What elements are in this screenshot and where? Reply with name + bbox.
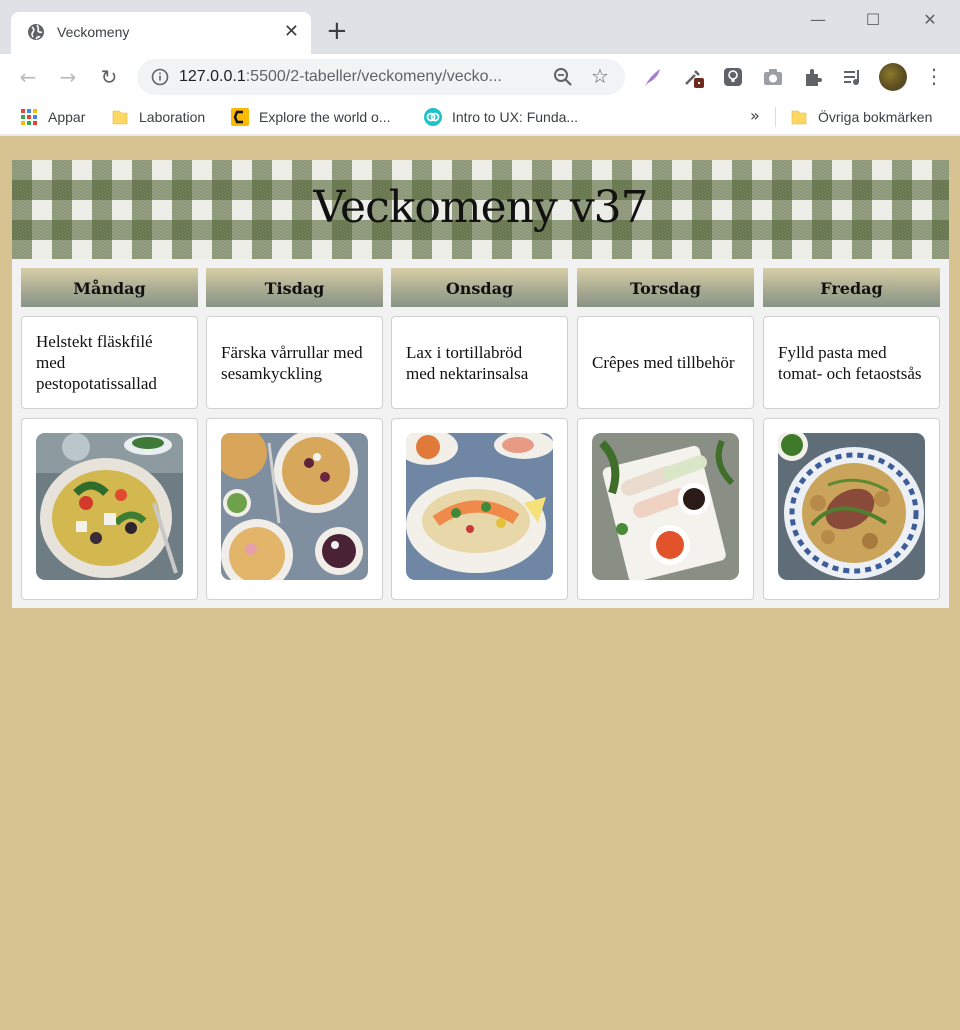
dish-image-cell [391, 418, 568, 600]
bookmark-apps[interactable]: Appar [20, 106, 85, 128]
browser-titlebar: Veckomeny ✕ + — ☐ ✕ [0, 0, 960, 54]
bookmark-label: Laboration [139, 109, 206, 125]
pancake-plates-photo [221, 433, 368, 580]
url-text[interactable]: 127.0.0.1:5500/2-tabeller/veckomeny/veck… [179, 68, 537, 86]
folder-icon [112, 110, 128, 125]
bookmark-other[interactable]: Övriga bokmärken [790, 106, 932, 128]
puzzle-extensions-icon[interactable] [802, 66, 824, 88]
filled-pasta-photo [778, 433, 925, 580]
salmon-tortilla-photo [406, 433, 553, 580]
dish-image-cell [763, 418, 940, 600]
lightbulb-extension-icon[interactable] [722, 66, 744, 88]
day-header: Onsdag [391, 268, 568, 307]
dish-image-cell [206, 418, 383, 600]
day-header: Torsdag [577, 268, 754, 307]
dish-cell: Helstekt fläskfilé med pestopotatissalla… [21, 316, 198, 409]
apps-grid-icon [21, 109, 37, 125]
dish-cell: Färska vårrullar med sesamkyckling [206, 316, 383, 409]
dish-image-cell [577, 418, 754, 600]
dish-cell: Lax i tortillabröd med nektarinsalsa [391, 316, 568, 409]
dish-cell: Crêpes med tillbehör [577, 316, 754, 409]
dish-name: Färska vårrullar med sesamkyckling [221, 342, 363, 383]
info-icon[interactable] [151, 68, 169, 86]
gingham-banner: Veckomeny v37 [12, 160, 949, 259]
close-tab-icon[interactable]: ✕ [284, 22, 299, 42]
bookmark-star-icon[interactable]: ☆ [591, 64, 609, 88]
reload-icon[interactable]: ↻ [96, 64, 122, 90]
new-tab-button[interactable]: + [326, 17, 348, 45]
pasta-salad-photo [36, 433, 183, 580]
dish-name: Crêpes med tillbehör [592, 353, 735, 372]
bookmark-label: Appar [48, 109, 86, 125]
page-title: Veckomeny v37 [313, 182, 648, 233]
forward-icon[interactable]: → [55, 64, 81, 90]
dish-name: Helstekt fläskfilé med pestopotatissalla… [36, 332, 157, 393]
eyedropper-extension-icon[interactable] [682, 66, 704, 88]
maximize-icon[interactable]: ☐ [858, 8, 888, 32]
minimize-icon[interactable]: — [803, 8, 833, 32]
bookmark-laboration[interactable]: Laboration [111, 106, 205, 128]
browser-toolbar: ← → ↻ 127.0.0.1:5500/2-tabeller/veckomen… [0, 54, 960, 100]
dish-image-cell [21, 418, 198, 600]
profile-avatar[interactable] [879, 63, 907, 91]
day-header: Fredag [763, 268, 940, 307]
codecademy-site-icon [231, 108, 249, 126]
zoom-icon[interactable] [553, 67, 573, 87]
interaction-design-site-icon [424, 108, 442, 126]
url-path: :5500/2-tabeller/veckomeny/vecko... [245, 68, 502, 85]
weekly-menu-table: Veckomeny v37 Måndag Helstekt fläskfilé … [12, 160, 949, 608]
bookmark-label: Övriga bokmärken [818, 109, 933, 125]
day-header: Tisdag [206, 268, 383, 307]
tab-title: Veckomeny [57, 24, 130, 40]
address-bar[interactable]: 127.0.0.1:5500/2-tabeller/veckomeny/veck… [137, 59, 625, 95]
url-host: 127.0.0.1 [179, 68, 246, 85]
browser-tab[interactable]: Veckomeny ✕ [11, 12, 311, 54]
window-close-icon[interactable]: ✕ [915, 8, 945, 32]
dish-cell: Fylld pasta med tomat- och fetaostsås [763, 316, 940, 409]
feather-extension-icon[interactable] [642, 66, 664, 88]
browser-menu-icon[interactable]: ⋮ [924, 64, 944, 88]
back-icon[interactable]: ← [15, 64, 41, 90]
bookmarks-bar: Appar Laboration Explore the world o... … [0, 100, 960, 134]
bookmark-explore[interactable]: Explore the world o... [231, 106, 391, 128]
folder-icon [791, 110, 807, 125]
day-header: Måndag [21, 268, 198, 307]
spring-rolls-photo [592, 433, 739, 580]
media-playlist-icon[interactable] [842, 66, 864, 88]
page-content: Veckomeny v37 Måndag Helstekt fläskfilé … [0, 136, 960, 1030]
bookmarks-overflow-icon[interactable]: » [750, 105, 760, 127]
camera-extension-icon[interactable] [762, 66, 784, 88]
bookmarks-divider [775, 107, 776, 127]
dish-name: Fylld pasta med tomat- och fetaostsås [778, 342, 922, 383]
bookmark-label: Explore the world o... [259, 109, 391, 125]
globe-icon [28, 24, 44, 40]
bookmark-intro-ux[interactable]: Intro to UX: Funda... [424, 106, 578, 128]
dish-name: Lax i tortillabröd med nektarinsalsa [406, 342, 529, 383]
bookmark-label: Intro to UX: Funda... [452, 109, 579, 125]
